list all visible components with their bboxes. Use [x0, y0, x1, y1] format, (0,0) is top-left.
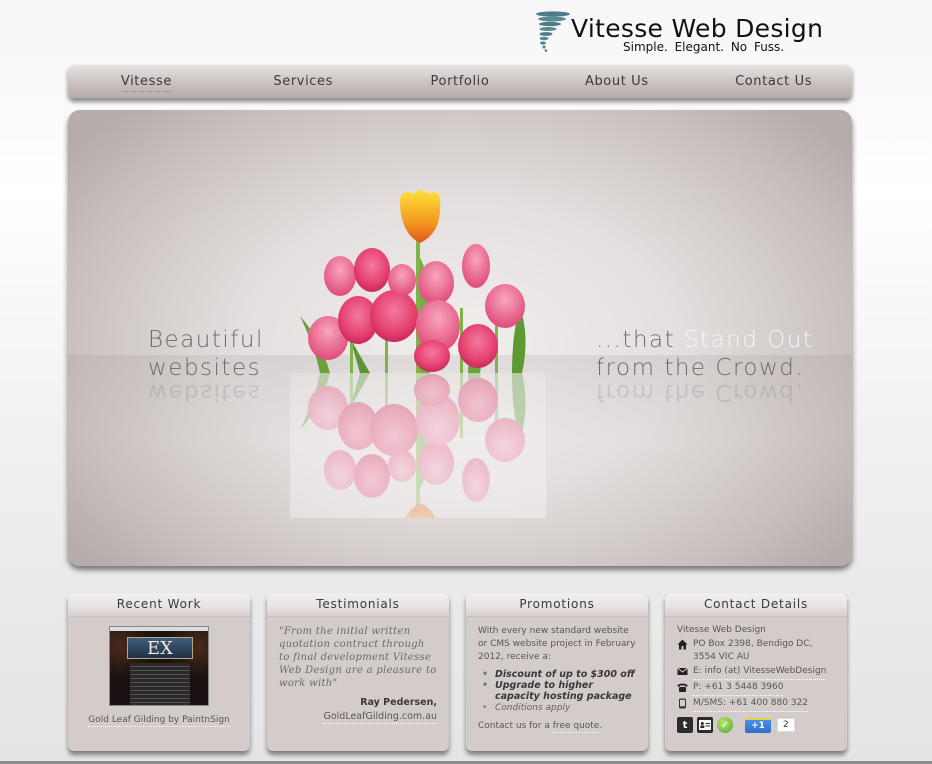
testimonials-box: Testimonials "From the initial written q…: [267, 593, 449, 751]
nav-label: Portfolio: [430, 73, 490, 89]
mobile-icon: [679, 698, 686, 709]
thumb-hero: EX: [127, 637, 193, 659]
banner-right-reflection: from the Crowd.: [596, 379, 805, 405]
contact-phone-link[interactable]: P: +61 3 5448 3960: [693, 681, 784, 696]
nav-label: Contact Us: [735, 73, 813, 89]
tulips-image: [290, 190, 546, 518]
twitter-icon[interactable]: t: [677, 717, 693, 733]
nav-label: Services: [273, 73, 333, 89]
nav-item-portfolio[interactable]: Portfolio: [382, 74, 539, 89]
promotions-title: Promotions: [466, 593, 648, 617]
recent-work-box: Recent Work EX Gold Leaf Gilding by Pain…: [68, 593, 250, 751]
banner-right-prefix: ...that: [596, 327, 684, 353]
recent-work-title: Recent Work: [68, 593, 250, 617]
phone-icon: [677, 683, 688, 692]
nav-label: Vitesse: [120, 73, 172, 92]
contact-address: PO Box 2398, Bendigo DC, 3554 VIC AU: [693, 639, 813, 662]
recent-work-thumbnail[interactable]: EX: [109, 626, 209, 706]
vcard-icon[interactable]: [697, 717, 713, 733]
promo-conditions: Conditions apply: [482, 702, 636, 715]
promo-item: Discount of up to $300 off: [482, 669, 636, 680]
skype-icon[interactable]: ✓: [717, 717, 733, 733]
banner-right-text: ...that Stand Out from the Crowd.: [596, 326, 813, 382]
vcard-glyph: [699, 720, 711, 730]
brand-title: Vitesse Web Design: [571, 14, 824, 43]
thumb-content: [130, 663, 190, 705]
site-logo[interactable]: Vitesse Web Design Simple. Elegant. No F…: [533, 10, 863, 54]
banner-highlight: Stand Out: [683, 327, 814, 353]
testimonial-author: Ray Pedersen,: [360, 697, 437, 708]
hero-banner: Beautiful websites websites ...that Stan…: [68, 110, 852, 566]
testimonials-title: Testimonials: [267, 593, 449, 617]
google-plus-one-button[interactable]: +1: [745, 717, 771, 733]
google-plus-count: 2: [777, 718, 795, 732]
free-quote-link[interactable]: free quote: [552, 721, 600, 733]
promotions-intro: With every new standard website or CMS w…: [478, 626, 636, 662]
banner-left-reflection: websites: [148, 379, 262, 405]
promotions-cta: Contact us for a free quote.: [478, 720, 636, 733]
nav-label: About Us: [584, 73, 649, 89]
brand-tagline: Simple. Elegant. No Fuss.: [623, 40, 785, 54]
home-icon: [677, 639, 688, 650]
promotions-list: Discount of up to $300 off Upgrade to hi…: [482, 669, 636, 715]
thumb-browser-bar: [110, 627, 208, 631]
cta-prefix: Contact us for a: [478, 721, 553, 731]
testimonial-quote: "From the initial written quotation cont…: [279, 626, 437, 689]
cta-suffix: .: [599, 721, 603, 731]
contact-box: Contact Details Vitesse Web Design PO Bo…: [665, 593, 847, 751]
promotions-box: Promotions With every new standard websi…: [466, 593, 648, 751]
recent-work-link[interactable]: Gold Leaf Gilding by PaintnSign: [88, 715, 230, 727]
nav-item-vitesse[interactable]: Vitesse: [68, 73, 225, 92]
contact-company: Vitesse Web Design: [677, 625, 766, 635]
social-links: t ✓ +1 2: [677, 717, 835, 733]
promo-item: Upgrade to higher capacity hosting packa…: [482, 680, 636, 702]
contact-mobile-link[interactable]: M/SMS: +61 400 880 322: [693, 697, 808, 712]
envelope-icon: [677, 667, 688, 675]
testimonial-site-link[interactable]: GoldLeafGilding.com.au: [323, 711, 437, 724]
contact-title: Contact Details: [665, 593, 847, 617]
banner-left-line1: Beautiful: [148, 327, 264, 353]
nav-item-services[interactable]: Services: [225, 74, 382, 89]
nav-item-contact-us[interactable]: Contact Us: [695, 74, 852, 89]
main-nav: Vitesse Services Portfolio About Us Cont…: [68, 64, 852, 98]
tornado-icon: [536, 11, 570, 52]
nav-item-about-us[interactable]: About Us: [538, 74, 695, 89]
banner-left-text: Beautiful websites: [148, 326, 264, 382]
contact-email-link[interactable]: E: info (at) VitesseWebDesign: [693, 665, 827, 680]
